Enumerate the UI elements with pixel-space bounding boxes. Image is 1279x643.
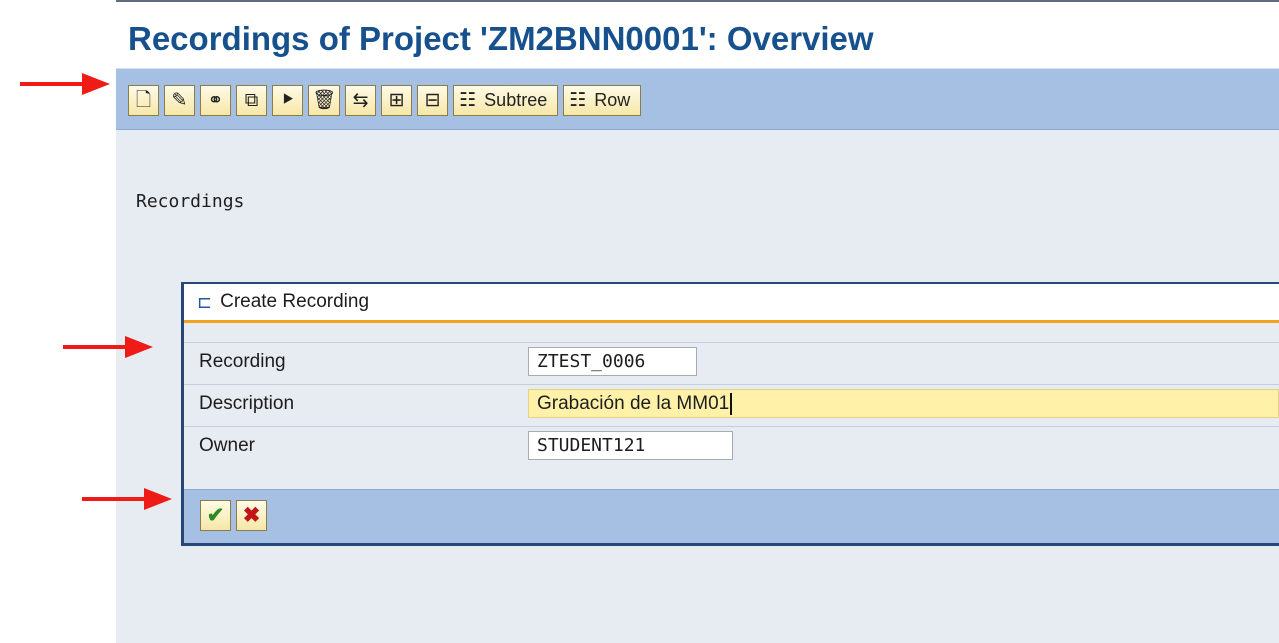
row-icon: ☷ — [569, 90, 587, 111]
description-input[interactable]: Grabación de la MM01 — [528, 389, 1279, 418]
recording-row: Recording ZTEST_0006 — [184, 342, 1279, 379]
create-button[interactable]: 🗋 — [128, 85, 159, 116]
sap-window: Recordings of Project 'ZM2BNN0001': Over… — [116, 0, 1279, 643]
copy-icon: ⧉ — [244, 90, 259, 111]
screen: Recordings of Project 'ZM2BNN0001': Over… — [0, 0, 1279, 643]
recording-value: ZTEST_0006 — [537, 351, 646, 372]
new-document-icon: 🗋 — [135, 90, 152, 111]
subtree-button[interactable]: ☷ Subtree — [453, 85, 559, 116]
subtree-label: Subtree — [484, 90, 548, 110]
arrow-head — [82, 73, 110, 95]
glasses-icon: ⚭ — [207, 90, 224, 111]
dialog-actions: ✔ ✖ — [200, 500, 267, 531]
confirm-button[interactable]: ✔ — [200, 500, 231, 531]
pencil-icon: ✎ — [171, 90, 188, 111]
title-bar: Recordings of Project 'ZM2BNN0001': Over… — [116, 2, 1279, 68]
row-button[interactable]: ☷ Row — [563, 85, 642, 116]
application-toolbar: 🗋 ✎ ⚭ ⧉ ⯈ 🗑 ⇆ ⊞ ⊟ ☷ Subtree ☷ Row — [116, 68, 1279, 130]
expand-button[interactable]: ⊞ — [381, 85, 413, 116]
display-button[interactable]: ⚭ — [200, 85, 231, 116]
dialog-window-icon: ⊏ — [197, 292, 213, 312]
trash-icon: 🗑 — [312, 90, 337, 111]
description-label: Description — [199, 393, 295, 414]
owner-label: Owner — [199, 435, 255, 456]
subtree-icon: ☷ — [459, 90, 477, 111]
collapse-subtree-icon: ⊟ — [424, 90, 441, 111]
annotation-arrow-icon — [20, 73, 110, 95]
arrow-shaft — [82, 497, 148, 501]
owner-value: STUDENT121 — [537, 435, 646, 456]
import-icon: ⇆ — [352, 90, 369, 111]
annotation-arrow-icon — [82, 488, 172, 510]
arrow-head — [144, 488, 172, 510]
description-value: Grabación de la MM01 — [537, 392, 730, 414]
close-icon: ✖ — [242, 504, 261, 527]
recording-input[interactable]: ZTEST_0006 — [528, 347, 697, 376]
owner-row: Owner STUDENT121 — [184, 426, 1279, 463]
process-button[interactable]: ⯈ — [272, 85, 303, 116]
owner-input[interactable]: STUDENT121 — [528, 431, 733, 460]
create-recording-dialog: ⊏ Create Recording Recording ZTEST_0006 … — [181, 282, 1279, 546]
arrow-shaft — [63, 345, 129, 349]
process-icon: ⯈ — [279, 90, 296, 111]
recording-label: Recording — [199, 351, 286, 372]
text-cursor — [730, 392, 733, 415]
description-row: Description Grabación de la MM01 — [184, 384, 1279, 421]
checkmark-icon: ✔ — [206, 504, 225, 527]
arrow-shaft — [20, 82, 86, 86]
delete-button[interactable]: 🗑 — [308, 85, 341, 116]
copy-button[interactable]: ⧉ — [236, 85, 267, 116]
annotation-arrow-icon — [63, 336, 153, 358]
expand-subtree-icon: ⊞ — [388, 90, 405, 111]
import-button[interactable]: ⇆ — [345, 85, 377, 116]
toolbar-buttons: 🗋 ✎ ⚭ ⧉ ⯈ 🗑 ⇆ ⊞ ⊟ ☷ Subtree ☷ Row — [128, 85, 642, 116]
row-label: Row — [594, 90, 631, 110]
dialog-title: Create Recording — [220, 291, 370, 312]
page-title: Recordings of Project 'ZM2BNN0001': Over… — [128, 20, 874, 57]
dialog-footer: ✔ ✖ — [184, 489, 1279, 543]
cancel-button[interactable]: ✖ — [236, 500, 267, 531]
arrow-head — [125, 336, 153, 358]
recordings-heading: Recordings — [136, 191, 245, 212]
change-button[interactable]: ✎ — [164, 85, 195, 116]
dialog-header: ⊏ Create Recording — [184, 284, 1279, 323]
collapse-button[interactable]: ⊟ — [417, 85, 449, 116]
